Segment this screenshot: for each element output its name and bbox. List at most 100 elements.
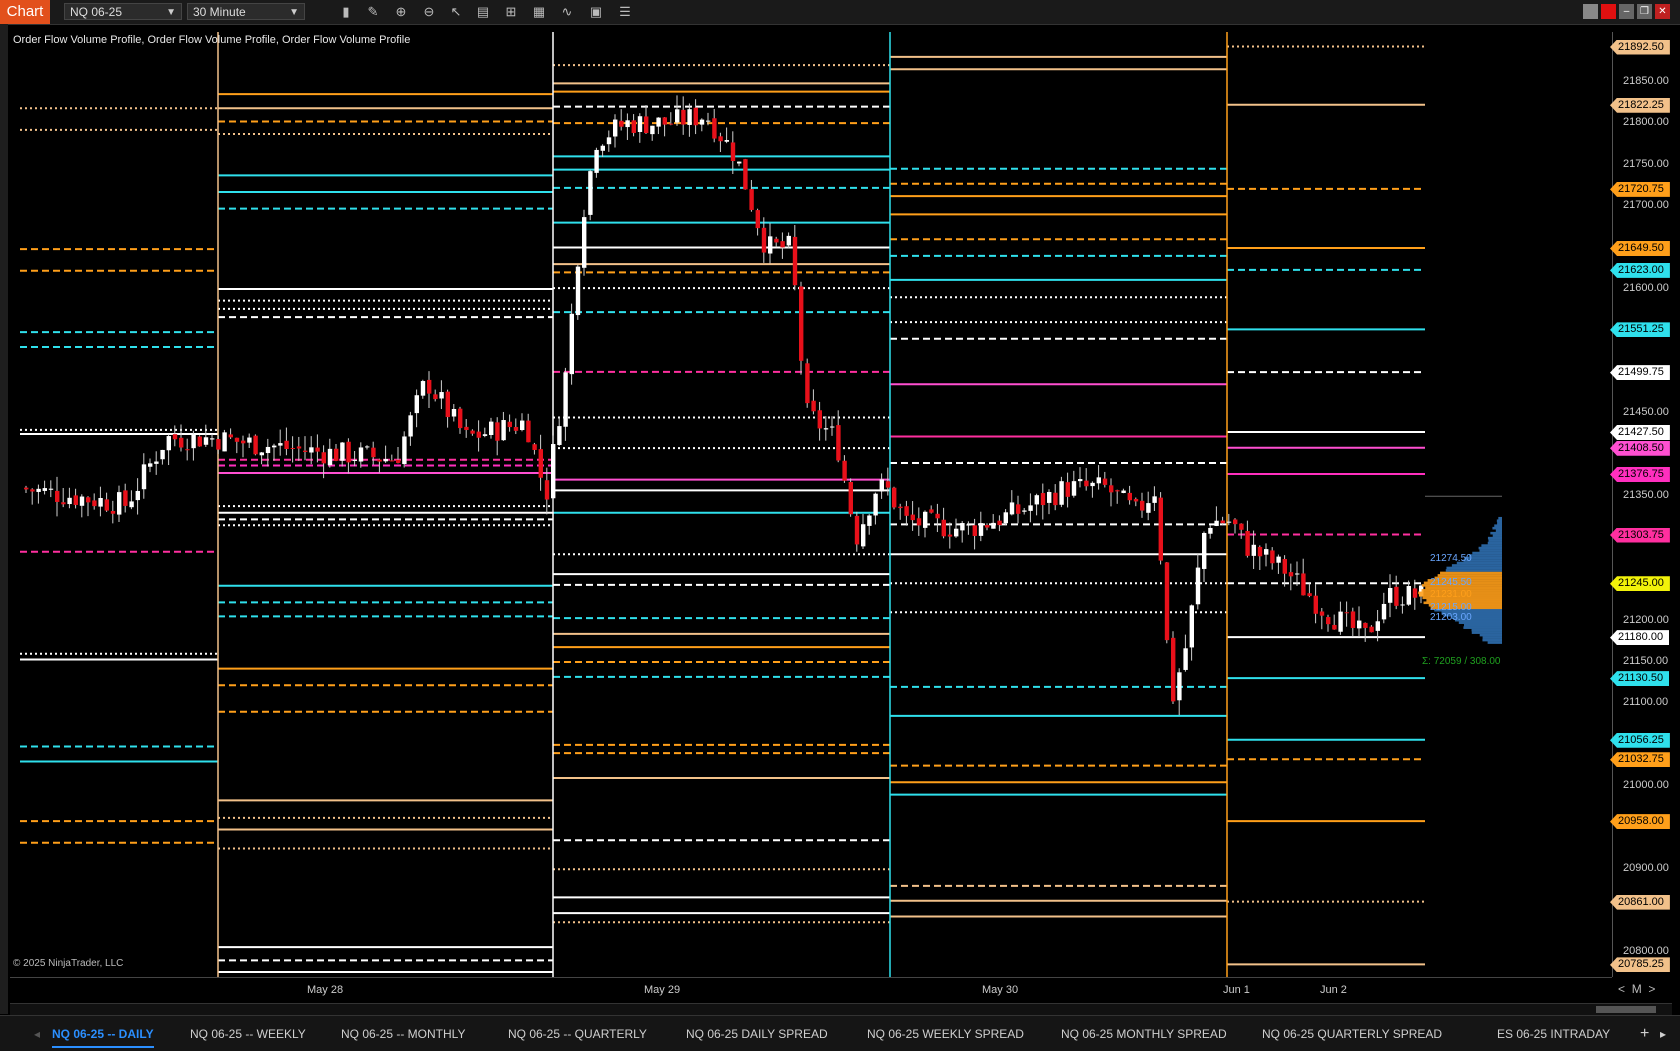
price-tick-label: 21450.00 bbox=[1623, 406, 1669, 419]
chart-tab[interactable]: NQ 06-25 QUARTERLY SPREAD bbox=[1262, 1022, 1442, 1046]
chart-tab[interactable]: NQ 06-25 MONTHLY SPREAD bbox=[1061, 1022, 1227, 1046]
tab-scroll-left-icon[interactable]: ◂ bbox=[34, 1022, 40, 1046]
chart-tab[interactable]: NQ 06-25 -- MONTHLY bbox=[341, 1022, 465, 1046]
candle-body bbox=[104, 499, 109, 511]
candle-body bbox=[594, 149, 599, 173]
instrument-selector[interactable]: NQ 06-25 ▼ bbox=[64, 3, 182, 20]
price-marker-label: 21720.75 bbox=[1610, 181, 1670, 197]
candle-body bbox=[309, 447, 314, 453]
volume-profile-bar bbox=[1488, 539, 1502, 542]
volume-profile-bar bbox=[1492, 526, 1502, 530]
candle-body bbox=[1102, 478, 1108, 485]
candle-body bbox=[966, 524, 971, 526]
minimize-icon[interactable]: – bbox=[1619, 4, 1634, 19]
zoom-mode-icon[interactable]: M bbox=[1628, 982, 1645, 996]
price-marker-label: 21892.50 bbox=[1610, 39, 1670, 55]
chart-tab[interactable]: NQ 06-25 DAILY SPREAD bbox=[686, 1022, 828, 1046]
time-axis[interactable]: May 28 May 29 May 30 Jun 1 Jun 2 bbox=[10, 977, 1612, 1004]
chart-tab[interactable]: ES 06-25 INTRADAY bbox=[1497, 1022, 1610, 1046]
draw-tool-icon[interactable]: ✎ bbox=[364, 3, 382, 21]
candle-body bbox=[681, 109, 686, 125]
candle-body bbox=[166, 436, 171, 451]
candle-body bbox=[637, 116, 643, 132]
maximize-icon[interactable]: ❐ bbox=[1637, 4, 1652, 19]
candle-body bbox=[600, 145, 605, 151]
volume-profile-bar bbox=[1487, 641, 1502, 644]
candle-body bbox=[693, 107, 698, 126]
add-tab-icon[interactable]: + bbox=[1640, 1022, 1649, 1046]
chart-tab[interactable]: NQ 06-25 -- QUARTERLY bbox=[508, 1022, 647, 1046]
scrollbar-thumb[interactable] bbox=[1596, 1006, 1656, 1013]
candle-body bbox=[724, 140, 729, 142]
candle-body bbox=[234, 437, 240, 442]
properties-icon[interactable]: ☰ bbox=[616, 3, 634, 21]
chart-window-tab[interactable]: Chart bbox=[0, 0, 50, 24]
volume-profile-bar bbox=[1494, 524, 1502, 527]
candle-body bbox=[544, 480, 550, 500]
candle-body bbox=[210, 438, 215, 440]
timeframe-selector[interactable]: 30 Minute ▼ bbox=[187, 3, 305, 20]
candle-body bbox=[98, 498, 103, 507]
chevron-left-icon[interactable]: < bbox=[1618, 982, 1625, 996]
candle-body bbox=[1146, 503, 1151, 513]
candle-body bbox=[30, 489, 35, 492]
price-axis[interactable]: 21850.00 21800.00 21750.00 21700.00 21600.00… bbox=[1610, 32, 1673, 977]
volume-profile-bar bbox=[1498, 516, 1502, 520]
zoom-out-icon[interactable]: ⊖ bbox=[420, 3, 438, 21]
volume-profile-bar bbox=[1440, 571, 1502, 575]
candle-body bbox=[526, 420, 531, 443]
chart-tab[interactable]: NQ 06-25 -- WEEKLY bbox=[190, 1022, 306, 1046]
chevron-right-icon[interactable]: > bbox=[1648, 982, 1655, 996]
candle-body bbox=[1282, 559, 1287, 574]
candle-body bbox=[420, 381, 426, 396]
bar-type-icon[interactable]: ▮ bbox=[337, 3, 355, 21]
candle-body bbox=[197, 436, 202, 447]
close-icon[interactable]: ✕ bbox=[1655, 4, 1670, 19]
candle-body bbox=[923, 511, 928, 528]
candle-body bbox=[346, 441, 351, 463]
chart-tab[interactable]: NQ 06-25 WEEKLY SPREAD bbox=[867, 1022, 1024, 1046]
candle-body bbox=[48, 488, 54, 490]
candle-body bbox=[817, 410, 822, 429]
candle-body bbox=[1195, 567, 1201, 605]
axis-nav-controls[interactable]: < M > bbox=[1618, 982, 1672, 998]
candle-body bbox=[1202, 532, 1207, 569]
price-chart-area[interactable]: 21274.50 21245.50 21231.00 21215.00 21203.00… bbox=[10, 32, 1612, 977]
candle-body bbox=[520, 420, 525, 431]
candle-body bbox=[185, 449, 190, 451]
chart-tab[interactable]: NQ 06-25 -- DAILY bbox=[52, 1022, 154, 1048]
candle-body bbox=[588, 171, 593, 215]
candle-body bbox=[228, 434, 233, 438]
candle-body bbox=[1412, 588, 1418, 598]
strategies-icon[interactable]: ▣ bbox=[587, 3, 605, 21]
chevron-down-icon: ▼ bbox=[166, 7, 176, 18]
indicators-icon[interactable]: ∿ bbox=[558, 3, 576, 21]
chart-trader-icon[interactable]: ⊞ bbox=[502, 3, 520, 21]
candle-body bbox=[476, 431, 481, 438]
candle-body bbox=[755, 210, 760, 229]
candle-body bbox=[668, 123, 674, 125]
candle-body bbox=[718, 136, 723, 142]
candle-body bbox=[1375, 621, 1380, 631]
title-bar: Chart NQ 06-25 ▼ 30 Minute ▼ ▮ ✎ ⊕ ⊖ ↖ ▤… bbox=[0, 0, 1680, 25]
data-box-icon[interactable]: ▤ bbox=[474, 3, 492, 21]
candle-body bbox=[569, 313, 574, 375]
volume-profile-bar bbox=[1487, 536, 1502, 540]
price-marker-label: 21551.25 bbox=[1610, 322, 1670, 338]
candle-body bbox=[836, 425, 841, 461]
candle-body bbox=[1257, 546, 1263, 557]
volume-profile-bar bbox=[1496, 519, 1502, 523]
candle-body bbox=[1084, 480, 1089, 487]
candle-body bbox=[1022, 510, 1027, 512]
candle-body bbox=[1264, 549, 1269, 555]
template-icon[interactable]: ▦ bbox=[530, 3, 548, 21]
tab-scroll-right-icon[interactable]: ▸ bbox=[1660, 1022, 1666, 1046]
price-marker-label: 21245.00 bbox=[1610, 576, 1670, 592]
price-marker-label: 21623.00 bbox=[1610, 262, 1670, 278]
zoom-in-icon[interactable]: ⊕ bbox=[392, 3, 410, 21]
link-color-icon[interactable] bbox=[1601, 4, 1616, 19]
candle-body bbox=[737, 161, 742, 164]
candle-body bbox=[538, 449, 543, 478]
pointer-icon[interactable]: ↖ bbox=[447, 3, 465, 21]
window-color-icon[interactable] bbox=[1583, 4, 1598, 19]
